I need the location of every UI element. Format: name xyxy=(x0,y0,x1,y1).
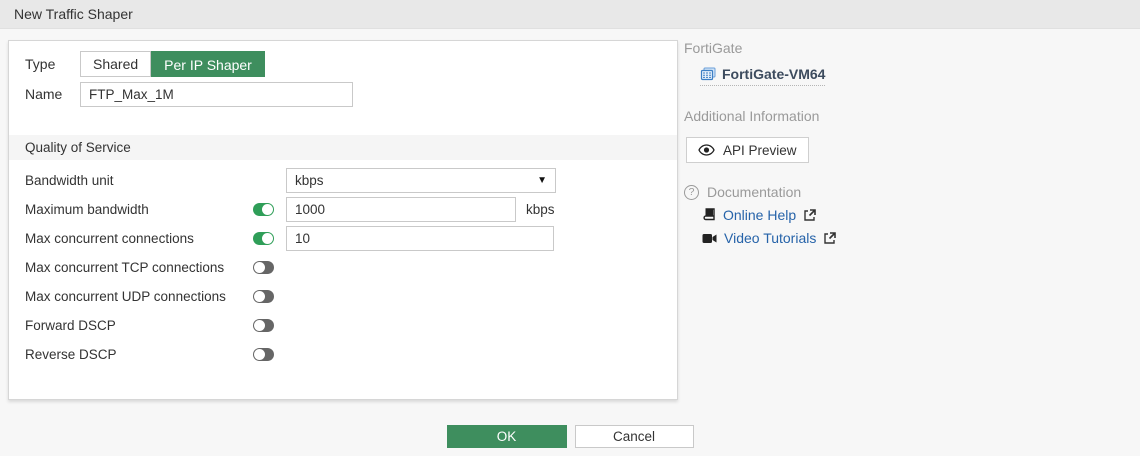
additional-information-label: Additional Information xyxy=(684,108,1124,124)
fortigate-device-icon xyxy=(700,66,716,82)
reverse-dscp-toggle[interactable] xyxy=(253,348,274,361)
bandwidth-unit-value: kbps xyxy=(295,173,324,188)
help-circle-icon: ? xyxy=(684,185,699,200)
max-concurrent-connections-toggle[interactable] xyxy=(253,232,274,245)
forward-dscp-label: Forward DSCP xyxy=(25,318,253,333)
type-tab-shared[interactable]: Shared xyxy=(80,51,151,77)
online-help-link[interactable]: Online Help xyxy=(702,207,1124,223)
maximum-bandwidth-toggle[interactable] xyxy=(253,203,274,216)
maximum-bandwidth-input[interactable] xyxy=(286,197,516,222)
ok-button[interactable]: OK xyxy=(447,425,567,448)
max-concurrent-tcp-connections-row: Max concurrent TCP connections xyxy=(25,255,677,279)
api-preview-label: API Preview xyxy=(723,143,797,158)
bandwidth-unit-suffix: kbps xyxy=(526,202,555,217)
max-concurrent-tcp-connections-toggle[interactable] xyxy=(253,261,274,274)
cancel-button[interactable]: Cancel xyxy=(575,425,694,448)
video-tutorials-link[interactable]: Video Tutorials xyxy=(702,230,1124,246)
api-preview-button[interactable]: API Preview xyxy=(686,137,809,163)
max-concurrent-connections-input[interactable] xyxy=(286,226,554,251)
fortigate-section-label: FortiGate xyxy=(684,40,1124,56)
footer-actions: OK Cancel xyxy=(0,425,1140,448)
external-link-icon xyxy=(823,232,836,245)
bandwidth-unit-label: Bandwidth unit xyxy=(25,173,253,188)
qos-section: Bandwidth unit kbps ▼ Maximum bandwidth … xyxy=(9,168,677,366)
type-row: Type Shared Per IP Shaper xyxy=(25,51,677,77)
max-concurrent-tcp-connections-label: Max concurrent TCP connections xyxy=(25,260,253,275)
max-concurrent-udp-connections-row: Max concurrent UDP connections xyxy=(25,284,677,308)
eye-icon xyxy=(698,144,715,156)
forward-dscp-toggle[interactable] xyxy=(253,319,274,332)
video-tutorials-label: Video Tutorials xyxy=(724,230,816,246)
external-link-icon xyxy=(803,209,816,222)
name-row: Name xyxy=(25,81,677,107)
qos-section-header: Quality of Service xyxy=(9,135,677,160)
type-label: Type xyxy=(25,56,80,72)
titlebar: New Traffic Shaper xyxy=(0,0,1140,29)
max-concurrent-udp-connections-label: Max concurrent UDP connections xyxy=(25,289,253,304)
page-title: New Traffic Shaper xyxy=(14,0,133,29)
fortigate-device-name: FortiGate-VM64 xyxy=(722,66,825,82)
reverse-dscp-label: Reverse DSCP xyxy=(25,347,253,362)
maximum-bandwidth-label: Maximum bandwidth xyxy=(25,202,253,217)
online-help-label: Online Help xyxy=(723,207,796,223)
documentation-label: Documentation xyxy=(707,184,801,200)
type-tab-per-ip-shaper[interactable]: Per IP Shaper xyxy=(151,51,265,77)
max-concurrent-connections-row: Max concurrent connections xyxy=(25,226,677,250)
book-icon xyxy=(702,208,716,222)
bandwidth-unit-row: Bandwidth unit kbps ▼ xyxy=(25,168,677,192)
name-input[interactable] xyxy=(80,82,353,107)
max-concurrent-connections-label: Max concurrent connections xyxy=(25,231,253,246)
sidebar: FortiGate FortiGate-VM64 Additional Info… xyxy=(684,40,1124,246)
maximum-bandwidth-row: Maximum bandwidth kbps xyxy=(25,197,677,221)
forward-dscp-row: Forward DSCP xyxy=(25,313,677,337)
traffic-shaper-form-panel: Type Shared Per IP Shaper Name Quality o… xyxy=(8,40,678,400)
documentation-header: ? Documentation xyxy=(684,184,1124,200)
chevron-down-icon: ▼ xyxy=(537,175,547,186)
fortigate-device-link[interactable]: FortiGate-VM64 xyxy=(700,66,825,86)
bandwidth-unit-select[interactable]: kbps ▼ xyxy=(286,168,556,193)
max-concurrent-udp-connections-toggle[interactable] xyxy=(253,290,274,303)
reverse-dscp-row: Reverse DSCP xyxy=(25,342,677,366)
type-segmented-control: Shared Per IP Shaper xyxy=(80,51,265,77)
name-label: Name xyxy=(25,86,80,102)
video-camera-icon xyxy=(702,233,717,244)
